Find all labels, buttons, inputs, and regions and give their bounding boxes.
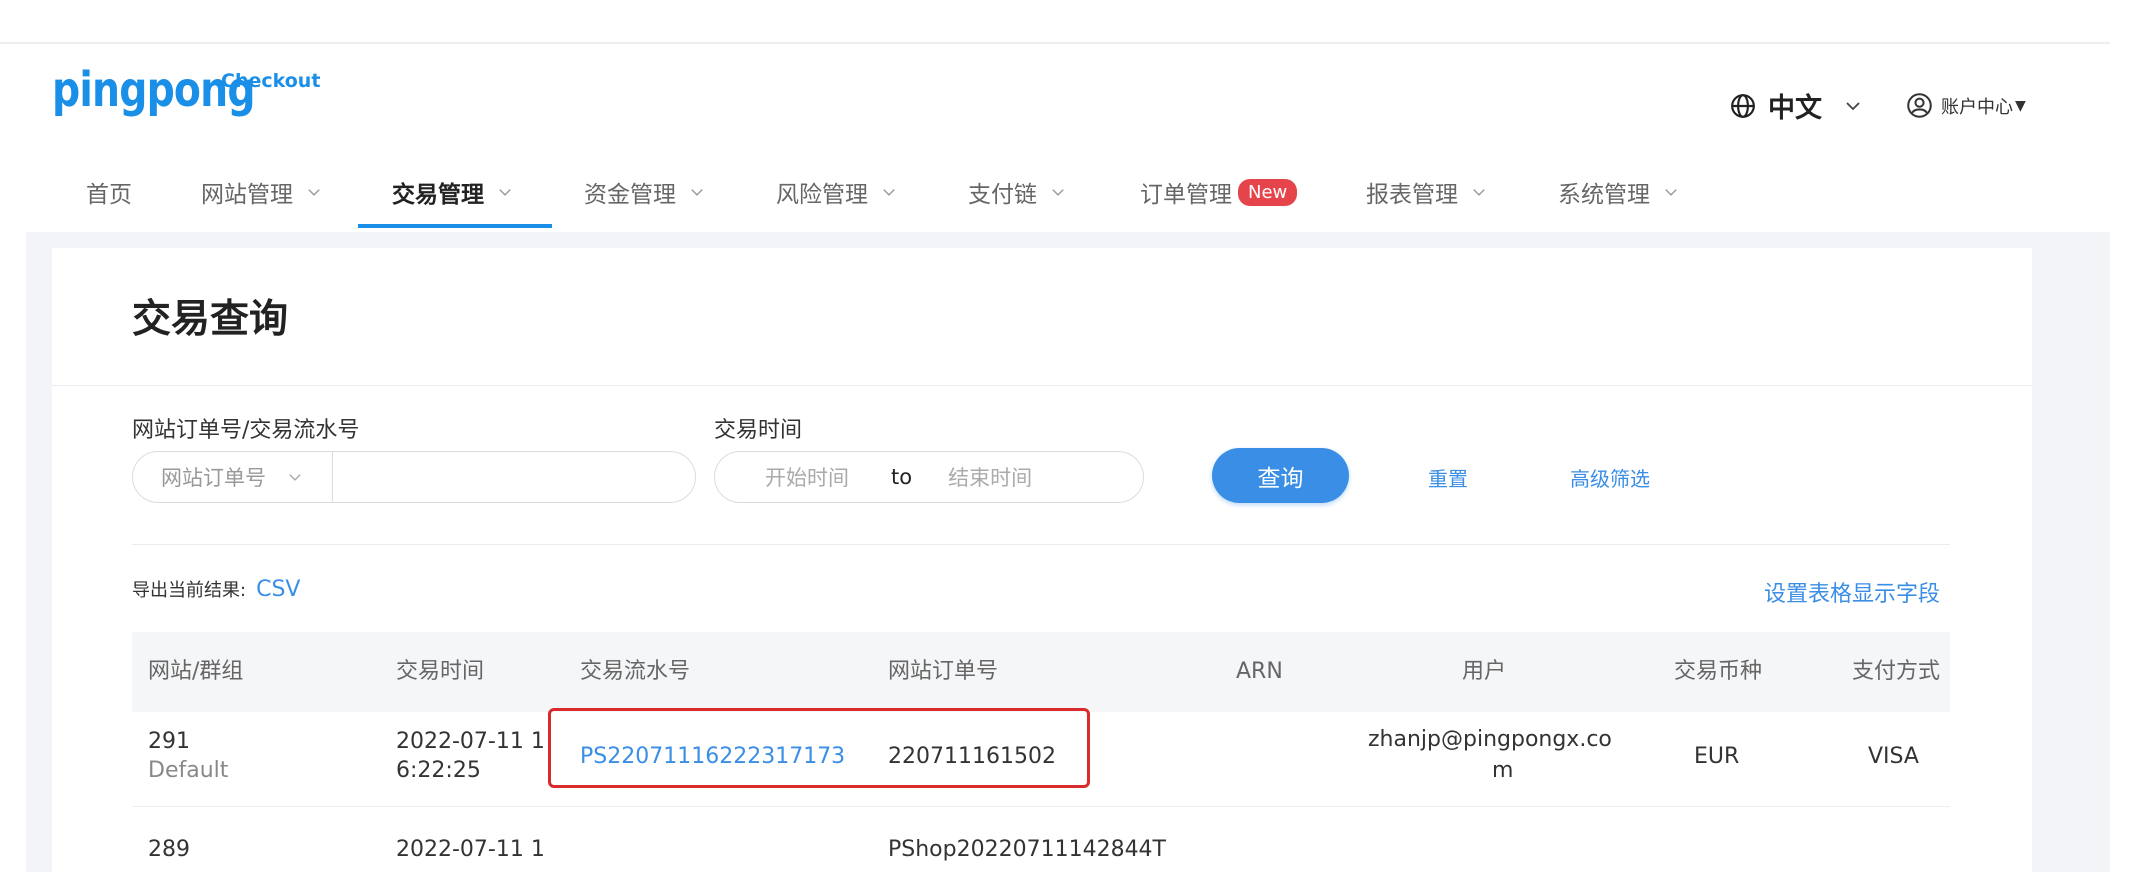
set-columns-link[interactable]: 设置表格显示字段	[1764, 576, 1940, 608]
query-button[interactable]: 查询	[1212, 448, 1349, 503]
cell-time-line2: 6:22:25	[396, 758, 481, 783]
nav-item-orders[interactable]: 订单管理 New	[1140, 158, 1298, 226]
row-divider	[132, 806, 1950, 807]
order-search-input[interactable]	[333, 451, 695, 503]
account-label: 账户中心	[1941, 96, 2013, 118]
column-header-user: 用户	[1462, 659, 1507, 684]
chevron-down-icon	[883, 189, 895, 196]
cell-site-group: Default	[148, 758, 229, 783]
title-divider	[52, 385, 2032, 386]
chevron-down-icon	[1473, 189, 1485, 196]
column-header-order: 网站订单号	[888, 659, 999, 684]
caret-down-icon: ▼	[2015, 97, 2026, 114]
filter-divider	[132, 544, 1950, 545]
order-search-group: 网站订单号	[132, 451, 696, 503]
chevron-down-icon	[289, 474, 301, 481]
export-bar: 导出当前结果: CSV	[132, 576, 300, 602]
export-label: 导出当前结果:	[132, 580, 247, 601]
column-header-arn: ARN	[1236, 659, 1283, 684]
column-header-time: 交易时间	[396, 659, 485, 684]
column-header-serial: 交易流水号	[580, 659, 691, 684]
date-range-picker[interactable]: 开始时间 to 结束时间	[714, 451, 1144, 503]
cell-currency: EUR	[1694, 744, 1740, 769]
start-date-input[interactable]: 开始时间	[765, 462, 849, 492]
cell-site-id: 291	[148, 729, 190, 754]
page-title: 交易查询	[132, 297, 289, 342]
nav-item-site[interactable]: 网站管理	[201, 158, 321, 226]
end-date-input[interactable]: 结束时间	[948, 462, 1032, 492]
user-icon	[1907, 93, 1932, 118]
chevron-down-icon	[1665, 189, 1677, 196]
new-badge: New	[1238, 178, 1298, 206]
highlight-box	[548, 708, 1090, 788]
date-range-separator: to	[891, 465, 913, 489]
chevron-down-icon	[499, 189, 511, 196]
order-filter-label: 网站订单号/交易流水号	[132, 418, 360, 443]
nav-item-paylink[interactable]: 支付链	[968, 158, 1065, 226]
cell-site-id: 289	[148, 837, 190, 862]
main-nav: 首页 网站管理 交易管理 资金管理 风险管理 支付链 订单管理 New 报表管理…	[0, 158, 1800, 230]
chevron-down-icon	[1052, 189, 1064, 196]
cell-user-line1: zhanjp@pingpongx.co	[1368, 727, 1612, 752]
chevron-down-icon	[308, 189, 320, 196]
column-header-payment: 支付方式	[1852, 659, 1941, 684]
language-selector[interactable]: 中文	[1768, 86, 1822, 125]
header-right: 中文 账户中心 ▼	[1730, 86, 2026, 125]
order-type-select[interactable]: 网站订单号	[133, 452, 333, 502]
chevron-down-icon	[691, 189, 703, 196]
advanced-filter-link[interactable]: 高级筛选	[1570, 463, 1650, 492]
nav-item-home[interactable]: 首页	[86, 158, 132, 226]
csv-export-link[interactable]: CSV	[256, 577, 300, 602]
cell-user-line2: m	[1492, 758, 1514, 783]
globe-icon[interactable]	[1730, 93, 1756, 119]
account-menu[interactable]: 账户中心 ▼	[1906, 92, 2026, 119]
table-header: 网站/群组 交易时间 交易流水号 网站订单号 ARN 用户 交易币种 支付方式	[132, 632, 1950, 712]
nav-item-reports[interactable]: 报表管理	[1366, 158, 1486, 226]
nav-item-system[interactable]: 系统管理	[1558, 158, 1678, 226]
top-divider	[0, 42, 2110, 44]
column-header-site: 网站/群组	[148, 659, 244, 684]
cell-payment: VISA	[1868, 744, 1919, 769]
nav-active-indicator	[358, 224, 552, 228]
logo[interactable]: pingpong Checkout	[52, 64, 320, 116]
cell-time-line1: 2022-07-11 1	[396, 729, 545, 754]
cell-time-line1: 2022-07-11 1	[396, 837, 545, 862]
chevron-down-icon[interactable]	[1844, 97, 1862, 115]
nav-item-funds[interactable]: 资金管理	[584, 158, 704, 226]
cell-order: PShop20220711142844T	[888, 837, 1166, 862]
nav-item-risk[interactable]: 风险管理	[776, 158, 896, 226]
reset-link[interactable]: 重置	[1428, 463, 1468, 492]
logo-wordmark: pingpong	[52, 62, 256, 118]
time-filter-label: 交易时间	[714, 418, 803, 443]
nav-item-transactions[interactable]: 交易管理	[392, 158, 512, 226]
column-header-currency: 交易币种	[1674, 659, 1763, 684]
